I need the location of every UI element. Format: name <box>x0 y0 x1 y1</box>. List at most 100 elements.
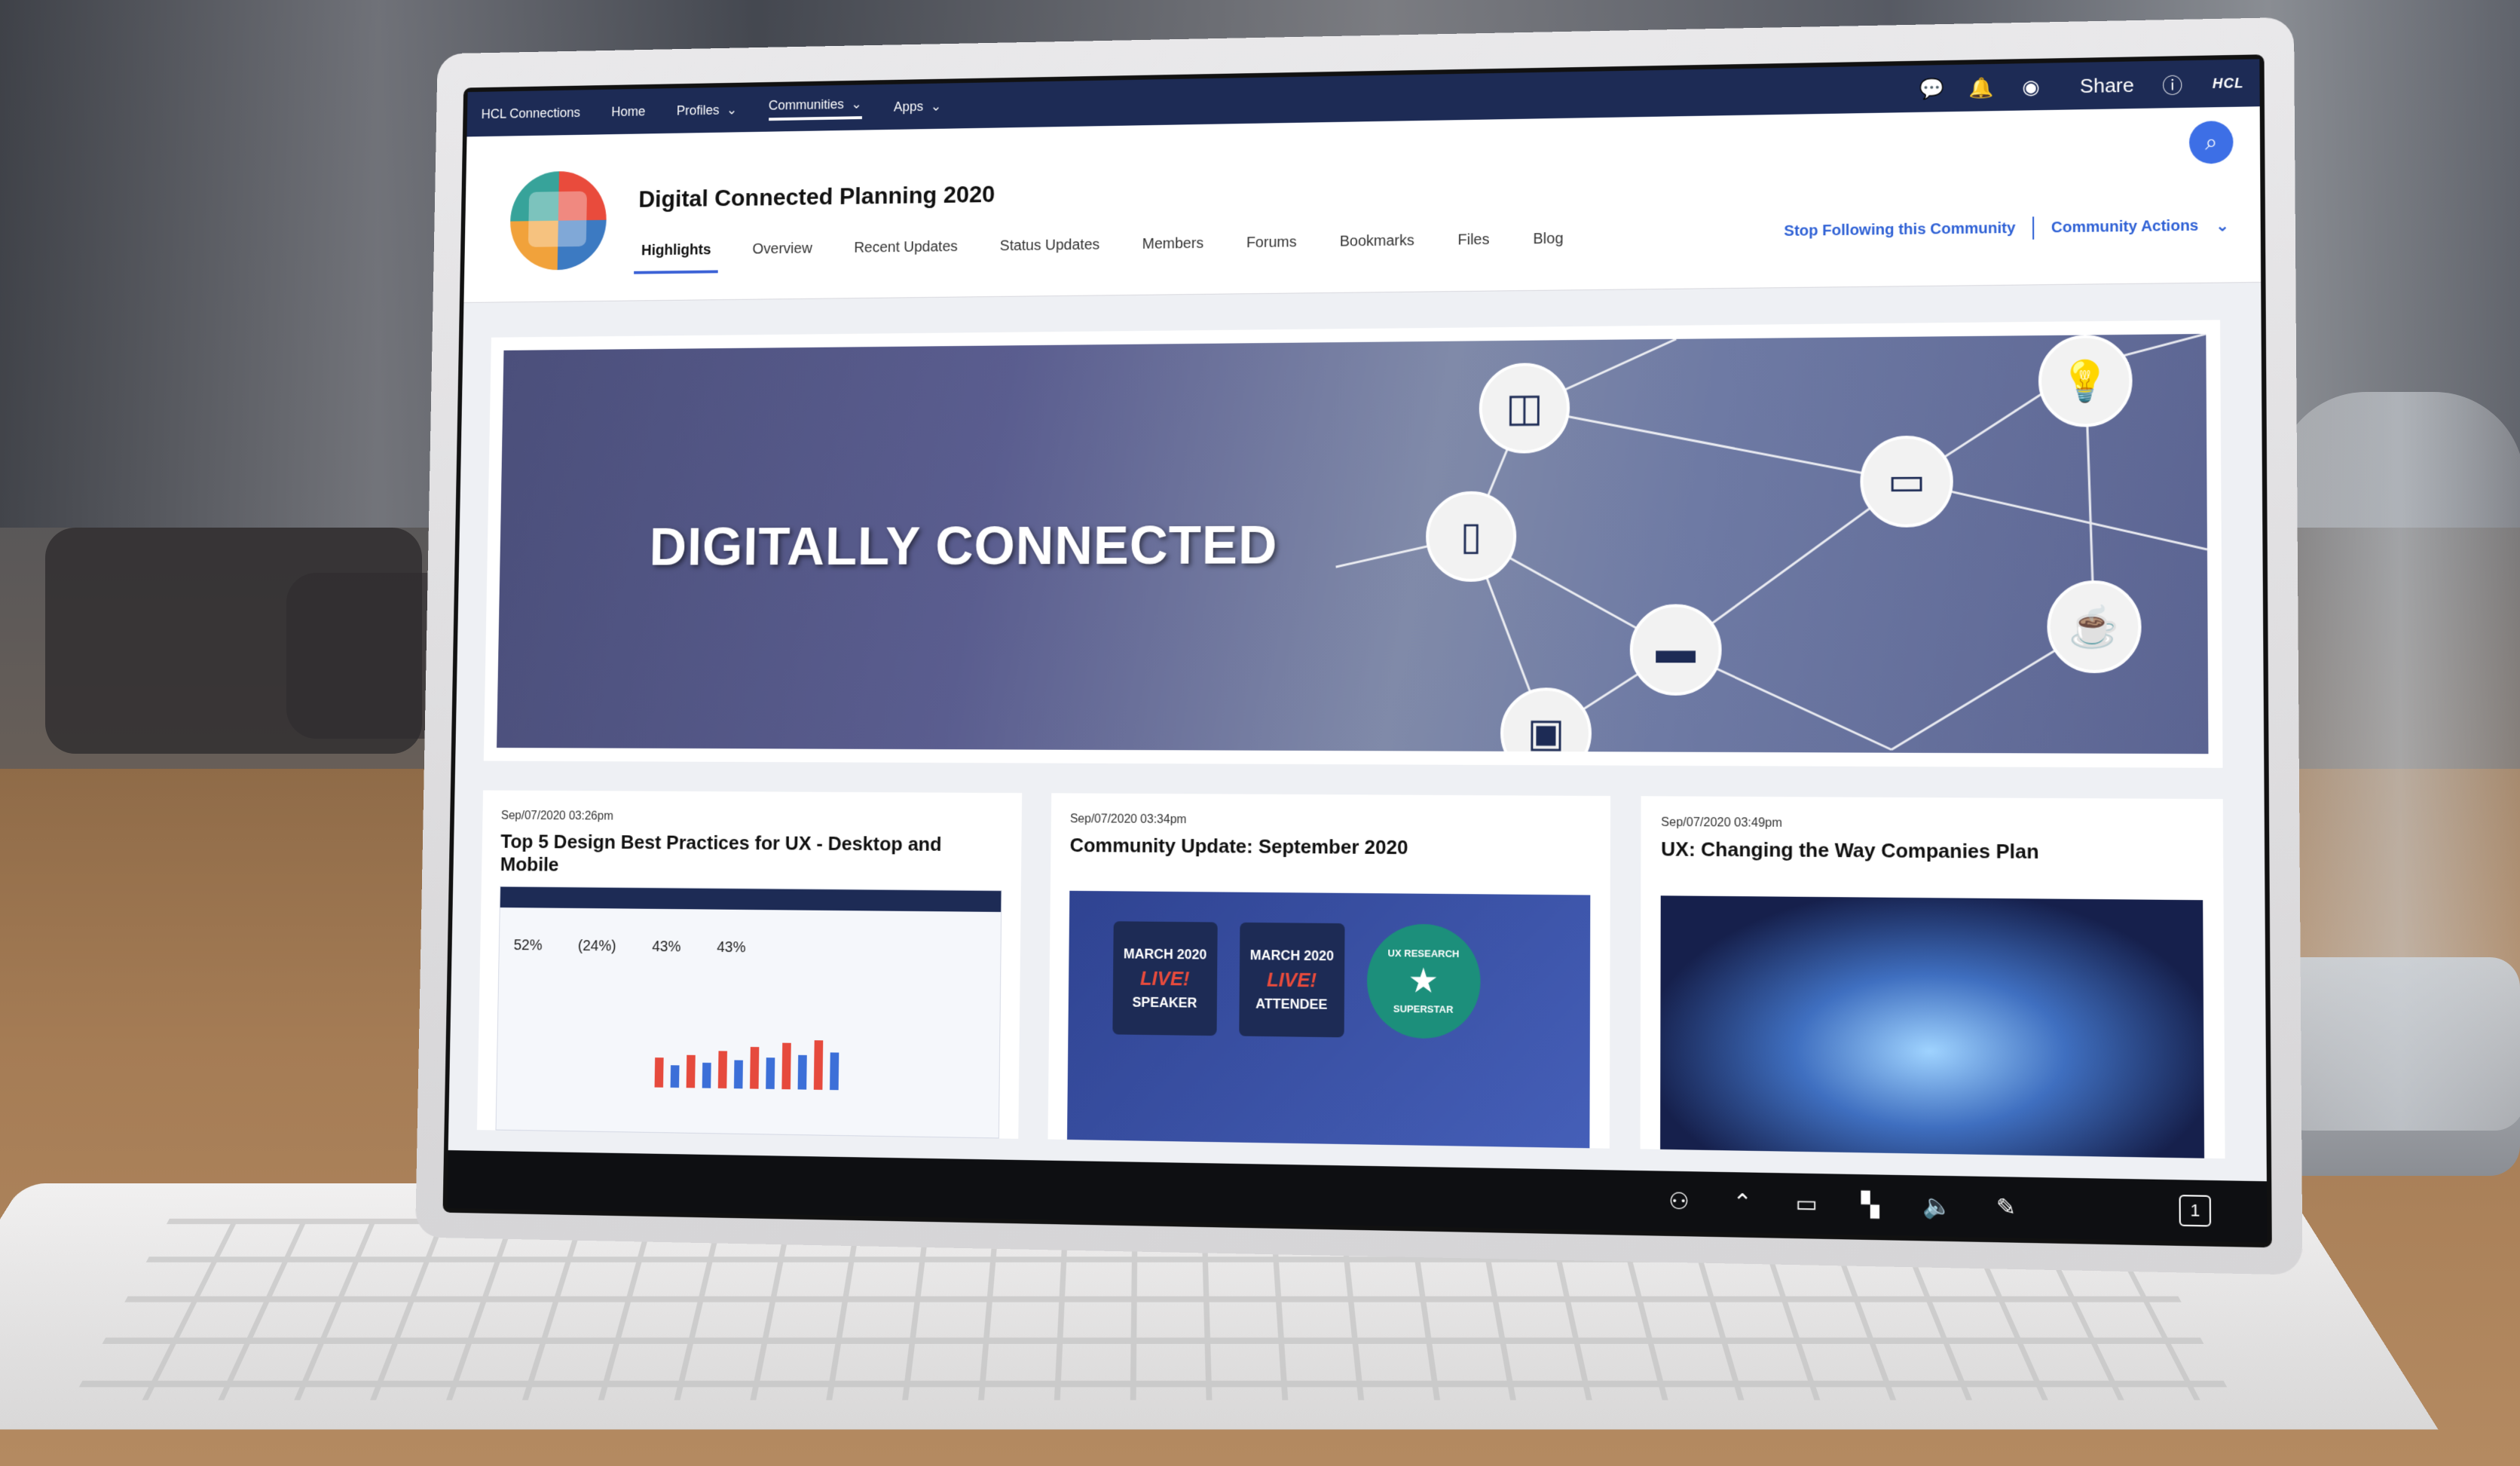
bell-icon[interactable]: 🔔 <box>1969 75 1994 99</box>
badge-role: SPEAKER <box>1132 994 1197 1011</box>
volume-icon[interactable]: 🔈 <box>1923 1192 1953 1220</box>
dashboard-thumbnail: 52% (24%) 43% 43% <box>495 886 1002 1139</box>
bar <box>717 1051 728 1089</box>
bar <box>654 1057 664 1088</box>
bar <box>766 1057 775 1089</box>
nav-profiles[interactable]: Profiles ⌄ <box>677 102 738 118</box>
notification-icon[interactable]: 1 <box>2179 1195 2212 1227</box>
attendee-badge: MARCH 2020 LIVE! ATTENDEE <box>1238 922 1345 1038</box>
bar <box>750 1046 760 1089</box>
coffee-maker-icon: ☕ <box>2047 580 2142 674</box>
chat-icon[interactable]: 💬 <box>1919 77 1944 100</box>
card-ux-changing-planning[interactable]: Sep/07/2020 03:49pm UX: Changing the Way… <box>1640 796 2225 1159</box>
badge-month: MARCH 2020 <box>1249 947 1335 963</box>
network-icon[interactable]: ▚ <box>1861 1191 1879 1219</box>
community-title: Digital Connected Planning 2020 <box>638 180 995 213</box>
badge-month: MARCH 2020 <box>1123 945 1207 963</box>
air-conditioner-icon: ▬ <box>1629 604 1722 696</box>
card-community-update[interactable]: Sep/07/2020 03:34pm Community Update: Se… <box>1047 793 1611 1149</box>
laptop-lid: HCL Connections Home Profiles ⌄ Communiti… <box>415 17 2303 1275</box>
battery-icon[interactable]: ▭ <box>1796 1190 1818 1218</box>
people-icon[interactable]: ⚇ <box>1668 1188 1690 1215</box>
community-header: Digital Connected Planning 2020 Highligh… <box>463 106 2262 303</box>
bar <box>733 1060 743 1089</box>
speaker-badge: MARCH 2020 LIVE! SPEAKER <box>1112 921 1218 1036</box>
kpi-value: (24%) <box>577 938 616 955</box>
bar <box>813 1040 824 1090</box>
badge-label: LIVE! <box>1266 967 1317 991</box>
bar-chart-thumbnail <box>654 1038 839 1091</box>
share-label: Share <box>2080 73 2134 97</box>
tab-bookmarks[interactable]: Bookmarks <box>1332 232 1422 265</box>
hero-banner: DIGITALLY CONNECTED ◫ ▯ ▭ 💡 ▬ ☕ ▣ <box>483 320 2223 768</box>
community-logo <box>509 170 607 271</box>
nav-label: Apps <box>893 98 924 115</box>
nav-label: Profiles <box>676 102 720 118</box>
stop-following-link[interactable]: Stop Following this Community <box>1784 219 2015 240</box>
card-title[interactable]: UX: Changing the Way Companies Plan <box>1661 837 2203 865</box>
bar <box>702 1062 711 1088</box>
speaker-icon: ▯ <box>1425 491 1517 582</box>
tab-highlights[interactable]: Highlights <box>634 241 719 274</box>
help-icon[interactable]: ⓘ <box>2161 72 2184 97</box>
star-icon: ★ <box>1409 964 1437 999</box>
badge-label: LIVE! <box>1139 966 1190 990</box>
highlight-cards: Sep/07/2020 03:26pm Top 5 Design Best Pr… <box>476 790 2225 1159</box>
photo-scene: HCL Connections Home Profiles ⌄ Communiti… <box>0 0 2520 1466</box>
tab-forums[interactable]: Forums <box>1239 234 1304 266</box>
camera-icon: ◫ <box>1479 363 1570 454</box>
card-date: Sep/07/2020 03:34pm <box>1069 813 1187 827</box>
tab-blog[interactable]: Blog <box>1525 231 1570 264</box>
bar <box>781 1042 791 1090</box>
nav-label: HCL Connections <box>481 105 581 121</box>
hcl-logo: HCL <box>2212 75 2244 91</box>
nav-apps[interactable]: Apps ⌄ <box>894 98 942 114</box>
card-ux-best-practices[interactable]: Sep/07/2020 03:26pm Top 5 Design Best Pr… <box>476 790 1022 1139</box>
refrigerator-icon: ▭ <box>1860 435 1953 528</box>
card-date: Sep/07/2020 03:26pm <box>500 809 613 823</box>
hero-title: DIGITALLY CONNECTED <box>649 515 1278 577</box>
pen-icon[interactable]: ✎ <box>1996 1193 2016 1221</box>
community-actions-menu[interactable]: Community Actions <box>2051 217 2199 237</box>
kpi-value: 43% <box>717 939 746 956</box>
nav-communities[interactable]: Communities ⌄ <box>768 96 862 121</box>
laptop-bezel: HCL Connections Home Profiles ⌄ Communiti… <box>442 54 2272 1248</box>
bar <box>670 1065 680 1088</box>
card-title[interactable]: Top 5 Design Best Practices for UX - Des… <box>500 830 1002 880</box>
search-icon[interactable]: ⌕ <box>2188 121 2234 164</box>
kpi-value: 43% <box>652 938 681 956</box>
chevron-up-icon[interactable]: ⌃ <box>1732 1189 1752 1216</box>
hero-image: DIGITALLY CONNECTED ◫ ▯ ▭ 💡 ▬ ☕ ▣ <box>497 333 2209 754</box>
card-date: Sep/07/2020 03:49pm <box>1661 816 1782 830</box>
nav-label: Home <box>610 103 646 119</box>
bar <box>830 1052 839 1091</box>
badges-thumbnail: MARCH 2020 LIVE! SPEAKER MARCH 2020 LIVE… <box>1066 890 1591 1149</box>
laptop-screen: HCL Connections Home Profiles ⌄ Communiti… <box>447 59 2268 1243</box>
bar <box>797 1054 807 1090</box>
community-actions-bar: Stop Following this Community Community … <box>1784 214 2229 243</box>
logo-overlay <box>528 191 587 247</box>
card-title[interactable]: Community Update: September 2020 <box>1069 834 1590 861</box>
chevron-down-icon: ⌄ <box>851 96 862 112</box>
tab-recent-updates[interactable]: Recent Updates <box>846 238 965 271</box>
nav-label: Communities <box>768 96 845 113</box>
divider <box>2032 216 2035 240</box>
bar <box>686 1054 696 1088</box>
tab-members[interactable]: Members <box>1135 235 1211 268</box>
chevron-down-icon: ⌄ <box>930 98 942 114</box>
technology-thumbnail <box>1660 895 2205 1158</box>
chevron-down-icon: ⌄ <box>2216 217 2229 235</box>
lightbulb-icon: 💡 <box>2038 334 2133 427</box>
os-taskbar: ⚇ ⌃ ▭ ▚ 🔈 ✎ 1 <box>447 1150 2268 1243</box>
chevron-down-icon: ⌄ <box>726 102 738 117</box>
nav-hcl-connections[interactable]: HCL Connections <box>481 105 581 121</box>
share-button[interactable]: Share <box>2080 73 2134 98</box>
nav-home[interactable]: Home <box>611 104 645 120</box>
badge-role: ATTENDEE <box>1255 995 1328 1012</box>
tab-files[interactable]: Files <box>1450 231 1497 264</box>
tab-status-updates[interactable]: Status Updates <box>992 237 1107 270</box>
kpi-row: 52% (24%) 43% 43% <box>499 907 1001 990</box>
avatar-icon[interactable]: ◉ <box>2020 75 2043 99</box>
tab-overview[interactable]: Overview <box>745 240 820 273</box>
